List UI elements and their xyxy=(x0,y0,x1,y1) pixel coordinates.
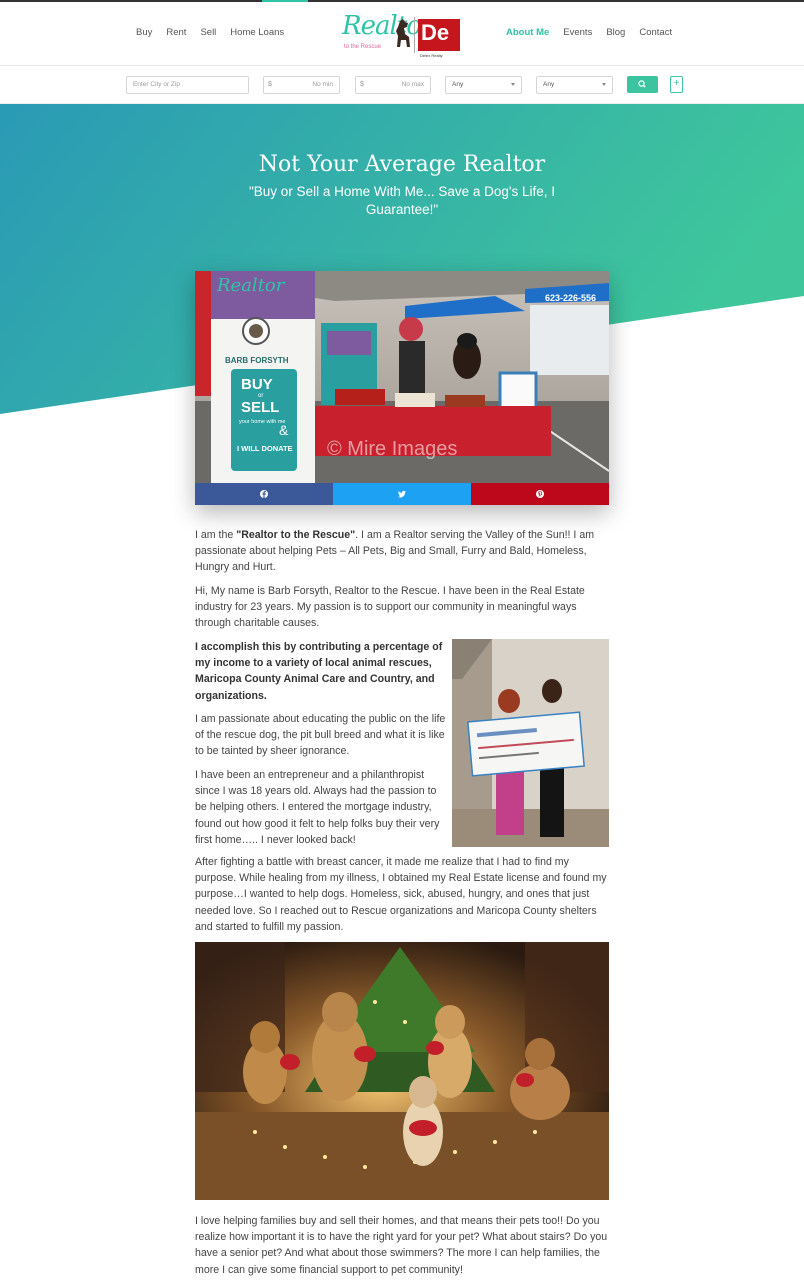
banner-sell: SELL xyxy=(241,399,279,416)
intro-text-bold: "Realtor to the Rescue" xyxy=(236,529,356,541)
hero-subtitle: "Buy or Sell a Home With Me... Save a Do… xyxy=(249,184,555,217)
dogs-christmas-illustration xyxy=(195,942,609,1200)
share-facebook-button[interactable] xyxy=(195,483,333,505)
location-input[interactable]: Enter City or Zip xyxy=(126,76,249,94)
watermark-text: © Mire Images xyxy=(327,438,457,460)
bio-paragraph: Hi, My name is Barb Forsyth, Realtor to … xyxy=(195,585,585,630)
dog-icon xyxy=(396,19,410,47)
property-search-bar: Enter City or Zip $ No min $ No max Any … xyxy=(0,67,804,104)
share-bar xyxy=(195,483,609,505)
dogs-christmas-photo[interactable] xyxy=(195,942,609,1200)
location-placeholder: Enter City or Zip xyxy=(133,81,180,88)
event-photo[interactable]: 623-226-556 Realtor BARB FORSYTH BUY or … xyxy=(195,271,609,483)
max-currency: $ xyxy=(360,81,364,88)
donation-check-illustration xyxy=(452,639,609,847)
banner-name: BARB FORSYTH xyxy=(225,356,289,365)
min-currency: $ xyxy=(268,81,272,88)
banner-donate: I WILL DONATE xyxy=(237,444,293,453)
nav-rent[interactable]: Rent xyxy=(166,27,186,38)
pinterest-icon xyxy=(536,490,544,498)
baths-select[interactable]: Any xyxy=(536,76,613,94)
share-pinterest-button[interactable] xyxy=(471,483,609,505)
brand-subtitle: Delex Realty xyxy=(420,53,443,58)
intro-paragraph: I am the "Realtor to the Rescue". I am a… xyxy=(195,527,609,576)
baths-value: Any xyxy=(543,81,555,88)
event-photo-card: 623-226-556 Realtor BARB FORSYTH BUY or … xyxy=(195,271,609,505)
nav-home-loans[interactable]: Home Loans xyxy=(230,27,284,38)
phone-number: 623-226-556 xyxy=(545,293,596,303)
purpose-paragraph: After fighting a battle with breast canc… xyxy=(195,856,607,933)
min-placeholder: No min xyxy=(312,81,333,88)
nav-sell[interactable]: Sell xyxy=(200,27,216,38)
banner-logo-text: Realtor xyxy=(216,275,286,296)
max-placeholder: No max xyxy=(401,81,424,88)
beds-value: Any xyxy=(452,81,464,88)
nav-right: About Me Events Blog Contact xyxy=(506,27,686,38)
chevron-down-icon xyxy=(511,83,515,86)
nav-contact[interactable]: Contact xyxy=(639,27,672,38)
education-paragraph: I am passionate about educating the publ… xyxy=(195,713,446,758)
entrepreneur-paragraph: I have been an entrepreneur and a philan… xyxy=(195,769,440,846)
banner-buy: BUY xyxy=(241,376,273,393)
search-button[interactable] xyxy=(627,76,658,93)
event-photo-illustration: 623-226-556 Realtor BARB FORSYTH BUY or … xyxy=(195,271,609,483)
beds-select[interactable]: Any xyxy=(445,76,522,94)
more-filters-button[interactable]: + xyxy=(670,76,683,93)
min-price-input[interactable]: $ No min xyxy=(263,76,340,94)
logo-subtitle: to the Rescue xyxy=(344,44,382,50)
max-price-input[interactable]: $ No max xyxy=(355,76,431,94)
brand-badge: De xyxy=(418,19,460,51)
nav-buy[interactable]: Buy xyxy=(136,27,152,38)
chevron-down-icon xyxy=(602,83,606,86)
twitter-icon xyxy=(397,490,406,498)
intro-text-a: I am the xyxy=(195,529,237,541)
facebook-icon xyxy=(260,490,268,498)
nav-left: Buy Rent Sell Home Loans xyxy=(136,27,298,38)
contribution-paragraph: I accomplish this by contributing a perc… xyxy=(195,641,443,702)
hero-title: Not Your Average Realtor xyxy=(258,152,546,177)
donation-check-photo[interactable] xyxy=(452,639,609,847)
site-logo[interactable]: Realtor to the Rescue De Delex Realty xyxy=(340,11,462,59)
site-header: Buy Rent Sell Home Loans Realtor to the … xyxy=(0,2,804,66)
banner-ampersand: & xyxy=(279,422,289,438)
nav-about-me[interactable]: About Me xyxy=(506,27,549,38)
logo-divider xyxy=(414,17,415,53)
nav-events[interactable]: Events xyxy=(563,27,592,38)
families-paragraph: I love helping families buy and sell the… xyxy=(195,1215,608,1276)
nav-blog[interactable]: Blog xyxy=(606,27,625,38)
search-icon xyxy=(638,80,646,88)
share-twitter-button[interactable] xyxy=(333,483,471,505)
